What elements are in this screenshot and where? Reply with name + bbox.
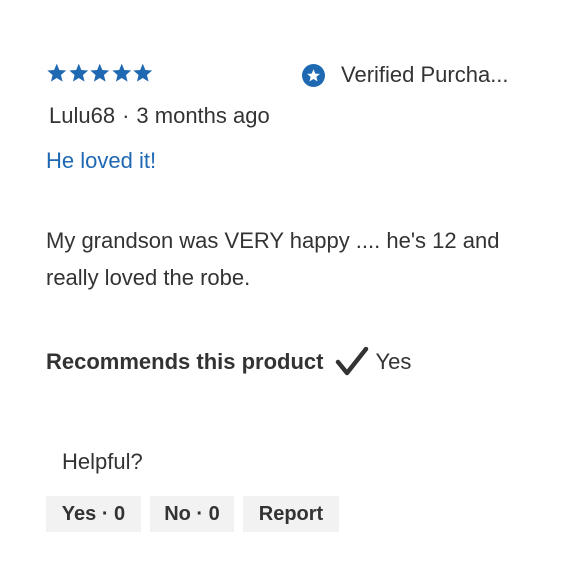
star-icon: [133, 63, 153, 82]
helpful-label: Helpful?: [62, 449, 143, 474]
star-icon: [68, 63, 88, 82]
helpful-yes-button[interactable]: Yes · 0: [46, 496, 141, 532]
meta-separator: ·: [122, 103, 130, 128]
star-icon: [47, 63, 67, 82]
review-meta: Lulu68 · 3 months ago: [49, 103, 270, 129]
star-rating: [46, 60, 154, 86]
star-icon: [111, 63, 131, 82]
review-time: 3 months ago: [136, 103, 270, 128]
recommends-value: Yes: [375, 349, 412, 374]
author-name: Lulu68: [49, 103, 116, 128]
review-body: My grandson was VERY happy .... he's 12 …: [46, 228, 500, 290]
verified-purchase-label: Verified Purcha...: [341, 62, 509, 87]
verified-purchase-badge: Verified Purcha...: [302, 60, 533, 90]
helpful-no-button[interactable]: No · 0: [150, 496, 234, 532]
recommends-label: Recommends this product: [46, 349, 324, 374]
checkmark-icon: [336, 347, 369, 376]
review-title: He loved it!: [46, 148, 157, 173]
star-badge-icon: [302, 63, 325, 87]
report-button[interactable]: Report: [243, 496, 339, 532]
recommends-row: Recommends this product Yes: [46, 345, 411, 379]
review-card: Verified Purcha... Lulu68 · 3 months ago H…: [0, 0, 580, 580]
star-icon: [90, 63, 110, 82]
